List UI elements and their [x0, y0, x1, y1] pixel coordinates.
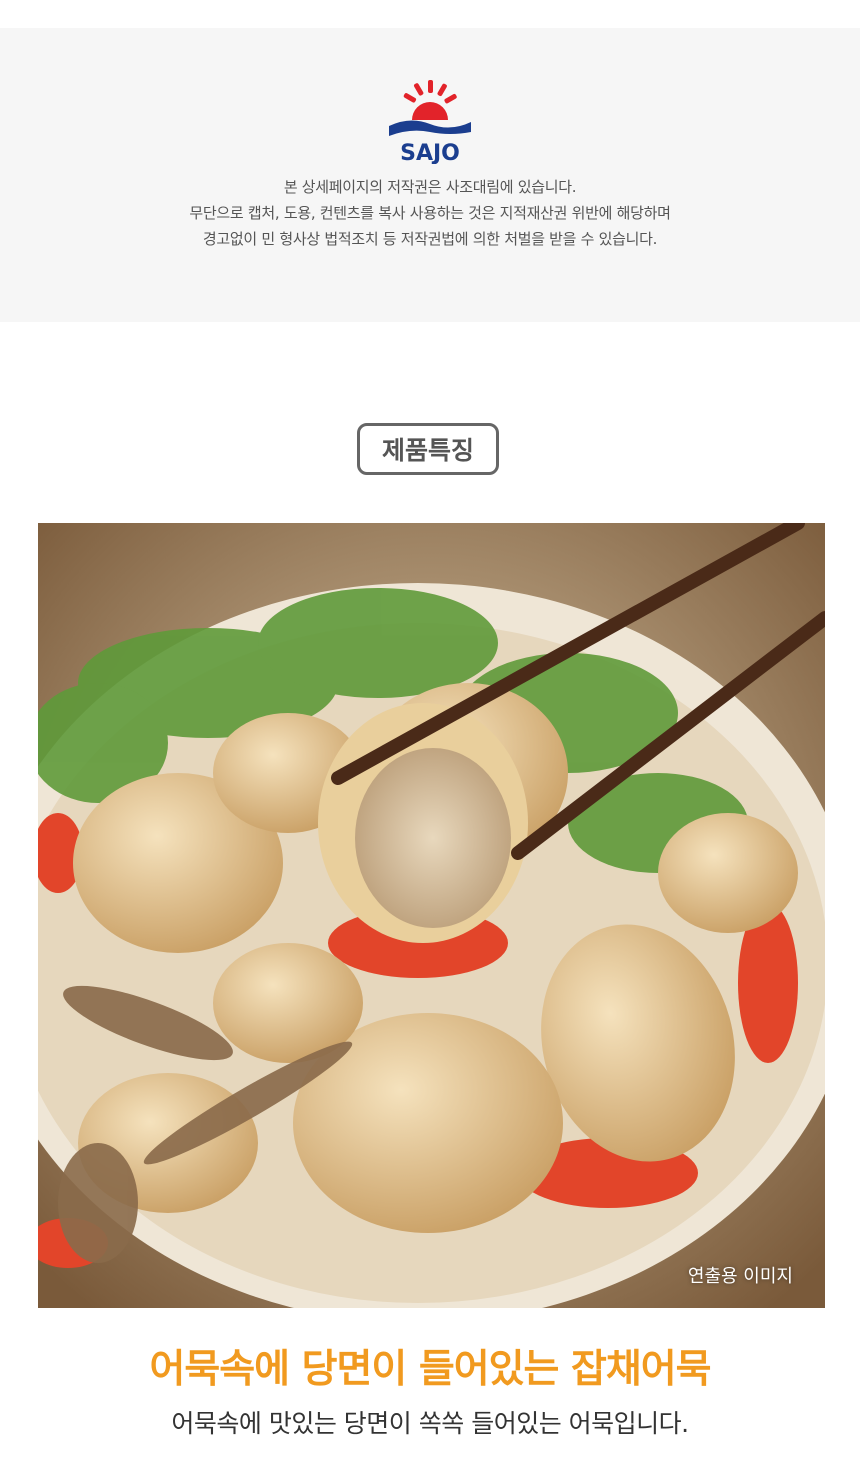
top-spacer	[0, 0, 860, 28]
sajo-logo: SAJO	[385, 80, 475, 164]
copyright-line: 경고없이 민 형사상 법적조치 등 저작권법에 의한 처벌을 받을 수 있습니다…	[202, 230, 658, 248]
product-description: 어묵속에 맛있는 당면이 쏙쏙 들어있는 어묵입니다.	[171, 1409, 689, 1438]
feature-badge: 제품특징	[357, 423, 499, 475]
product-headline: 어묵속에 당면이 들어있는 잡채어묵	[149, 1347, 712, 1392]
copyright-notice: SAJO 본 상세페이지의 저작권은 사조대림에 있습니다. 무단으로 캡처, …	[0, 28, 860, 322]
product-photo: 연출용 이미지	[38, 523, 825, 1308]
copyright-text: 본 상세페이지의 저작권은 사조대림에 있습니다. 무단으로 캡처, 도용, 컨…	[189, 174, 670, 252]
copyright-line: 본 상세페이지의 저작권은 사조대림에 있습니다.	[283, 178, 577, 196]
svg-text:SAJO: SAJO	[400, 141, 460, 164]
section-header: 제품특징	[0, 322, 860, 524]
copyright-line: 무단으로 캡처, 도용, 컨텐츠를 복사 사용하는 것은 지적재산권 위반에 해…	[189, 204, 671, 222]
photo-caption: 연출용 이미지	[687, 1266, 793, 1287]
